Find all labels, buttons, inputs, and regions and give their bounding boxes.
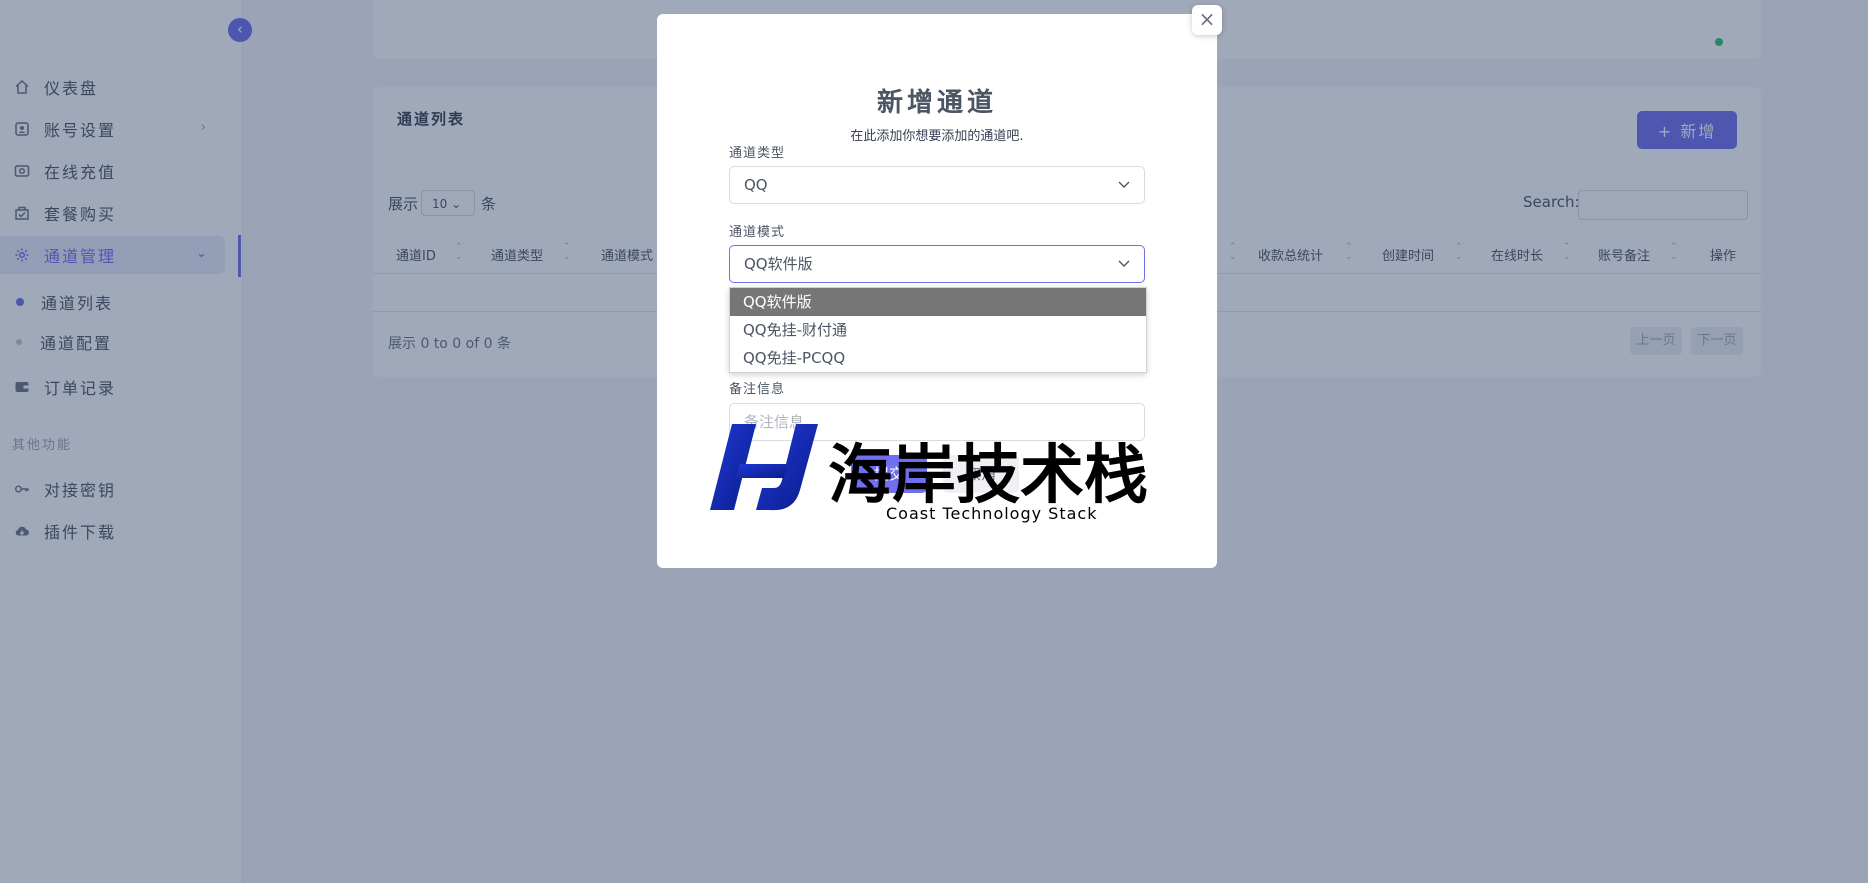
remark-label: 备注信息 [729, 382, 786, 397]
watermark-text: 海岸技术栈 [828, 439, 1148, 513]
channel-mode-value: QQ软件版 [744, 255, 813, 273]
dropdown-option[interactable]: QQ软件版 [730, 288, 1146, 316]
dropdown-option[interactable]: QQ免挂-财付通 [730, 316, 1146, 344]
watermark-logo-icon [710, 424, 818, 511]
channel-type-value: QQ [744, 176, 768, 194]
modal-title: 新增通道 [876, 88, 997, 118]
channel-mode-dropdown: QQ软件版 QQ免挂-财付通 QQ免挂-PCQQ [729, 287, 1147, 373]
watermark: 海岸技术栈 Coast Technology Stack [704, 418, 1204, 530]
close-button[interactable]: × [1192, 5, 1222, 35]
dropdown-option[interactable]: QQ免挂-PCQQ [730, 344, 1146, 372]
channel-mode-select[interactable]: QQ软件版 [729, 245, 1145, 283]
channel-mode-label: 通道模式 [729, 225, 786, 240]
channel-type-label: 通道类型 [729, 146, 786, 161]
chevron-down-icon [1118, 167, 1130, 218]
watermark-subtext: Coast Technology Stack [886, 504, 1098, 523]
channel-type-select[interactable]: QQ [729, 166, 1145, 204]
